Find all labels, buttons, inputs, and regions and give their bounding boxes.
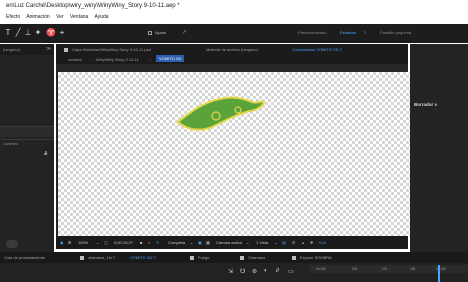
playhead[interactable] [438, 265, 440, 282]
region-icon[interactable]: ▣ [198, 236, 202, 249]
timeline-panel: Cola de procesamiento chamaco_1fn ≡ VOMI… [0, 252, 468, 282]
layer-tab[interactable]: Capa Kikeester/WinyWiny Story 9-10-11.ps… [72, 47, 151, 52]
tab-chamaco-1fn[interactable]: chamaco_1fn ≡ [88, 252, 115, 263]
chevron-down-icon[interactable]: ⌄ [246, 236, 249, 249]
snap-icon[interactable]: ↗ [180, 29, 188, 37]
breadcrumb-vomito-xd[interactable]: VOMITO XD [156, 55, 185, 62]
green-shape-layer[interactable] [176, 96, 266, 136]
footage-tab[interactable]: Material de archivo (ninguno) [206, 47, 258, 52]
person-icon[interactable]: ѧ [44, 150, 48, 157]
layer-swatch-icon [64, 48, 68, 52]
pen-tool-icon[interactable]: ╱ [14, 29, 22, 37]
brush-tool-icon[interactable]: ♈ [46, 29, 56, 37]
window-title: en\Luz Carché\Desktop\wiry_winy\WinyWiny… [0, 0, 468, 12]
menu-animacion[interactable]: Animación [26, 14, 49, 20]
views-select[interactable]: 1 Vista [256, 236, 268, 249]
settings-icon[interactable]: ✻ [310, 236, 313, 249]
composition-viewer[interactable] [56, 64, 416, 240]
menu-ventana[interactable]: Ventana [70, 14, 88, 20]
right-panel-title: Borrador v [414, 102, 438, 107]
controls-label: Controles [3, 142, 18, 146]
tab-fuego[interactable]: Fuego [198, 252, 209, 263]
channel-icon[interactable]: ● [148, 236, 150, 249]
menu-ver[interactable]: Ver [56, 14, 64, 20]
transparency-icon[interactable]: ▦ [206, 236, 210, 249]
timeline-tabs: Cola de procesamiento chamaco_1fn ≡ VOMI… [0, 252, 468, 263]
clone-stamp-icon[interactable]: ⊥ [24, 29, 32, 37]
monitor-icon[interactable]: ▭ [288, 268, 294, 275]
comp-swatch-icon [80, 256, 84, 260]
comp-swatch-icon [240, 256, 244, 260]
viewer-controls-bar: ◉ ⊞ 100% ⌄ ▢ 0;00;10;27 ■ ● ✎ Completa ⌄… [56, 236, 408, 249]
composition-header: Capa Kikeester/WinyWiny Story 9-10-11.ps… [56, 44, 408, 64]
puppet-pin-icon[interactable]: ✦ [34, 29, 42, 37]
scroll-handle[interactable] [6, 240, 18, 248]
draft-3d-icon[interactable]: ⇲ [228, 268, 233, 275]
person-icon[interactable]: ѧ [302, 236, 304, 249]
effect-controls-panel: (ninguno) ≫ Controles ѧ [0, 44, 54, 252]
preview-icon[interactable]: ◉ [60, 236, 64, 249]
motion-blur-icon[interactable]: ◐ [264, 268, 268, 274]
comp-swatch-icon [190, 256, 194, 260]
ruler-mark: 10f [382, 267, 387, 271]
tab-render-queue[interactable]: Cola de procesamiento [4, 252, 45, 263]
breadcrumb-story[interactable]: WinyWiny Story 9-10-11 [96, 57, 139, 62]
tab-chamaco[interactable]: Chamaco [248, 252, 265, 263]
panel-menu-icon[interactable]: ≫ [46, 46, 51, 52]
tab-expose-sombra[interactable]: Expose SOMBRA [300, 252, 332, 263]
color-pick-icon[interactable]: ✎ [156, 236, 159, 249]
frame-blend-icon[interactable]: ⊛ [252, 268, 257, 275]
grid-icon[interactable]: ⊞ [68, 236, 71, 249]
camera-select[interactable]: Cámara activa [216, 236, 242, 249]
breadcrumb-separator-icon: ‹ [150, 57, 152, 62]
ruler-mark: 05f [352, 267, 357, 271]
mask-icon[interactable]: ▢ [104, 236, 108, 249]
render-icon[interactable]: ⊡ [292, 236, 295, 249]
ruler-mark: 0s:00f [316, 267, 326, 271]
text-tool-icon[interactable]: T [4, 29, 12, 37]
comp-swatch-icon [292, 256, 296, 260]
graph-editor-icon[interactable]: ∂ [276, 268, 279, 274]
shy-icon[interactable]: ☋ [240, 268, 245, 275]
menu-efecto[interactable]: Efecto [6, 14, 20, 20]
align-checkbox[interactable] [148, 31, 152, 35]
menu-bar: Efecto Animación Ver Ventana Ayuda [0, 12, 468, 23]
workspace-menu-icon[interactable]: ≡ [364, 30, 366, 35]
workspace-standard[interactable]: Estándar [340, 30, 356, 35]
resolution-select[interactable]: Completa [168, 236, 185, 249]
panel-row [0, 127, 54, 137]
snapshot-icon[interactable]: ■ [140, 236, 142, 249]
align-label: Ajuste [155, 30, 167, 35]
time-ruler[interactable]: 0s:00f 05f 10f 15f 01:00f [310, 265, 468, 273]
composition-tab[interactable]: Composición VOMITO XD ≡ [292, 47, 342, 52]
ruler-mark: 15f [410, 267, 415, 271]
eraser-tool-icon[interactable]: ⌖ [58, 29, 66, 37]
fit-icon[interactable]: ⌄ [96, 236, 99, 249]
right-panel: Borrador v [410, 44, 468, 252]
timecode[interactable]: 0;00;10;27 [114, 236, 133, 249]
tab-vomito-xd[interactable]: VOMITO XD ≡ [130, 252, 156, 263]
toolbar: T ╱ ⊥ ✦ ♈ ⌖ Ajuste ↗ Predeterminado Está… [0, 24, 468, 43]
panel-divider [0, 139, 54, 140]
breadcrumb-vomito1[interactable]: vomito1 [68, 57, 82, 62]
workspace-small-screen[interactable]: Pantalla pequeña [380, 30, 411, 35]
chevron-down-icon[interactable]: ⌄ [190, 236, 193, 249]
chevron-down-icon[interactable]: ⌄ [274, 236, 277, 249]
layout-icon[interactable]: ▤ [282, 236, 286, 249]
zoom-value[interactable]: 100% [78, 236, 88, 249]
menu-ayuda[interactable]: Ayuda [94, 14, 108, 20]
exposure-value[interactable]: +0,0 [318, 236, 326, 249]
workspace-default[interactable]: Predeterminado [298, 30, 326, 35]
breadcrumb-separator-icon: ‹ [90, 57, 92, 62]
